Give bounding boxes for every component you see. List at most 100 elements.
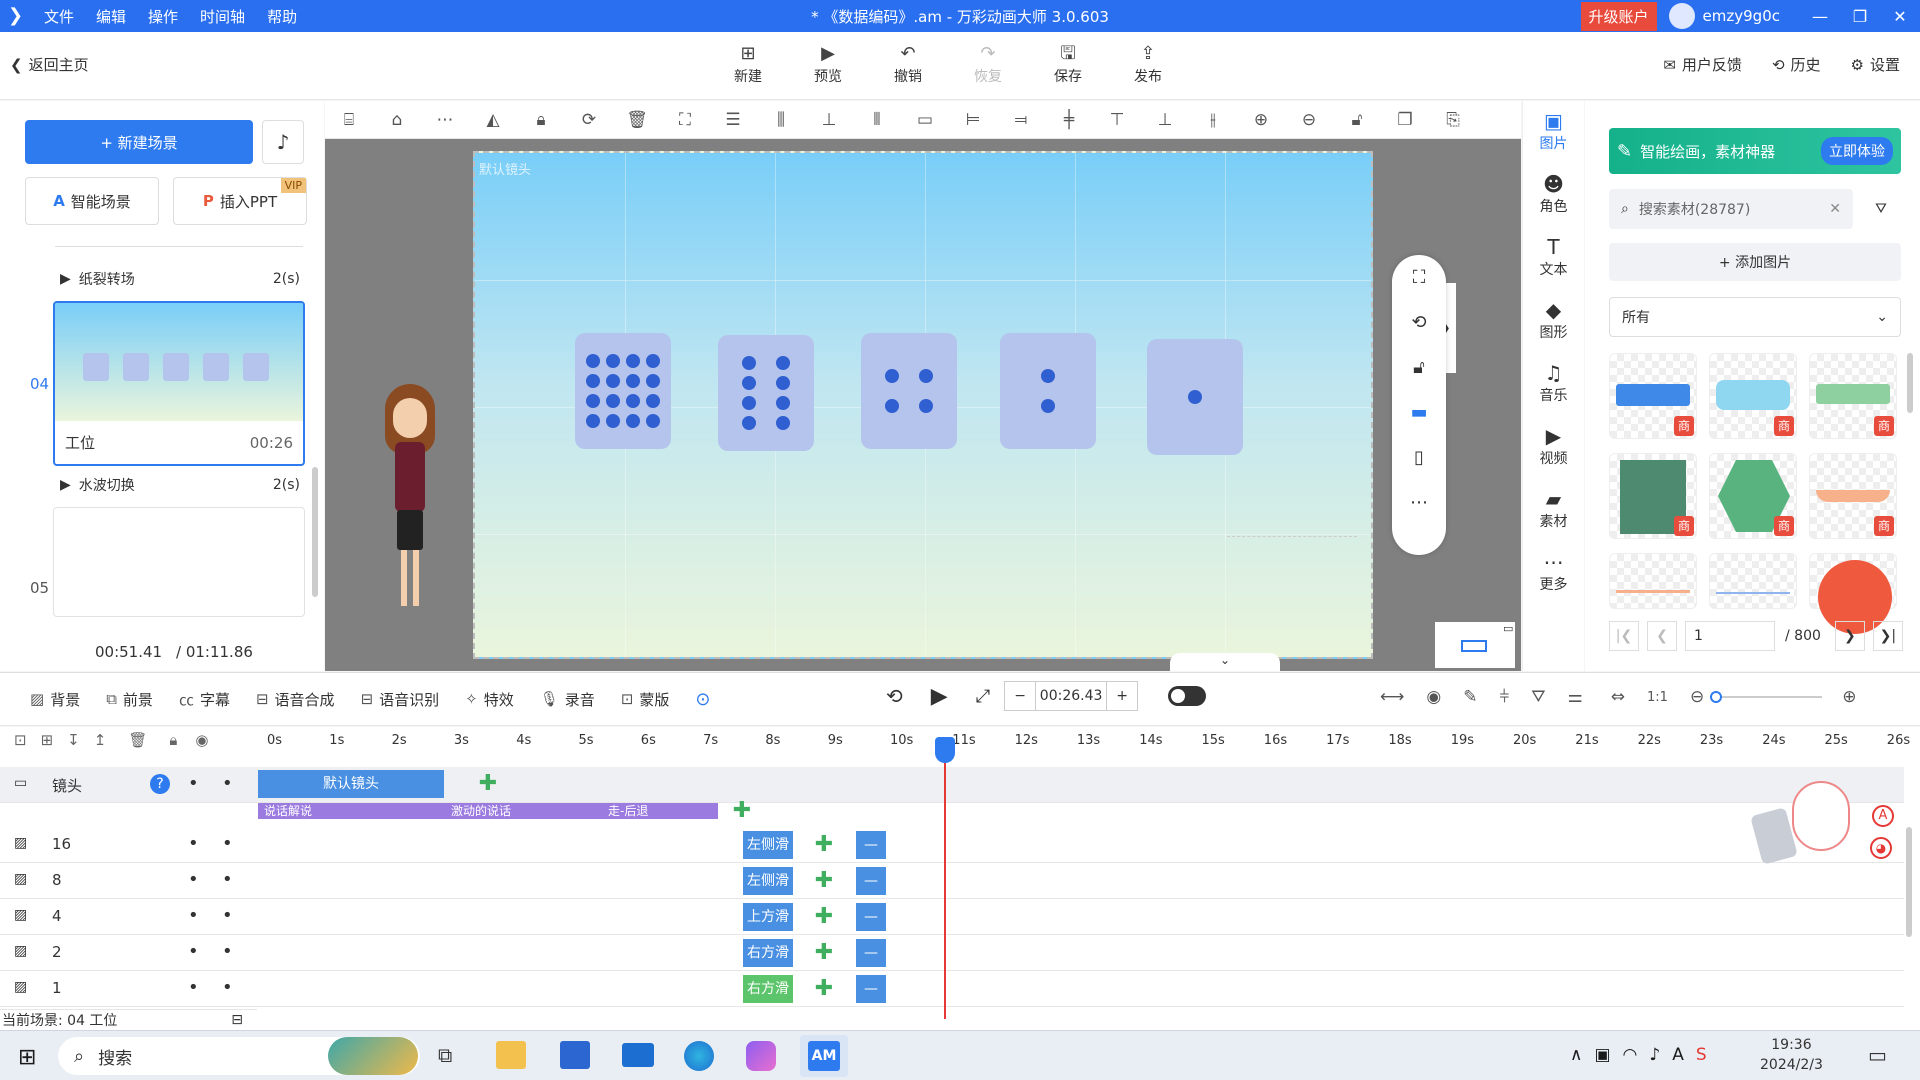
align-top-icon[interactable]: ☰ [709, 110, 757, 130]
filter-select[interactable]: 所有 ⌄ [1609, 297, 1901, 337]
format-painter-icon[interactable]: ⌸ [325, 110, 373, 130]
effects-button[interactable]: ✧ 特效 [465, 689, 514, 710]
copilot-icon[interactable] [746, 1041, 776, 1071]
smart-scene-button[interactable]: A 智能场景 [25, 177, 159, 225]
align-left-icon[interactable]: ⊨ [949, 110, 997, 130]
mail-icon[interactable] [622, 1043, 654, 1067]
align-top-edge-icon[interactable]: ⊤ [1093, 110, 1141, 130]
more-circle-icon[interactable]: ⊙ [695, 689, 710, 710]
track-dot[interactable]: • [222, 833, 233, 854]
ime-icon[interactable]: A [1672, 1045, 1684, 1065]
monitor-icon[interactable]: ▬ [1392, 390, 1446, 435]
category-image[interactable]: ▣ 图片 [1523, 101, 1584, 164]
lock-icon[interactable]: 🔒︎ [517, 110, 565, 130]
playhead-handle[interactable] [935, 737, 955, 763]
track-dot[interactable]: • [222, 977, 233, 998]
chevron-up-icon[interactable]: ∧ [1570, 1045, 1582, 1065]
die-8[interactable] [718, 335, 814, 451]
ai-banner[interactable]: ✎ 智能绘画，素材神器 立即体验 [1609, 128, 1901, 174]
try-now-button[interactable]: 立即体验 [1821, 137, 1893, 165]
asset-item[interactable] [1609, 553, 1697, 609]
adjust-icon[interactable]: ⚌ [1568, 687, 1583, 707]
wifi-icon[interactable]: ◠ [1623, 1045, 1638, 1065]
asset-item[interactable]: 商 [1809, 353, 1897, 439]
delete-icon[interactable]: 🗑︎ [613, 110, 661, 130]
timeline-scrollbar[interactable] [1906, 827, 1912, 937]
menu-file[interactable]: 文件 [44, 6, 74, 27]
asset-item[interactable] [1809, 553, 1897, 634]
publish-button[interactable]: ⇪ 发布 [1108, 42, 1188, 86]
character-woman[interactable] [375, 384, 445, 614]
rotate-screen-icon[interactable]: ⟲ [1392, 300, 1446, 345]
zoom-slider[interactable] [1710, 691, 1823, 703]
filter-icon[interactable]: ⛛ [1531, 687, 1545, 707]
asset-scrollbar[interactable] [1907, 353, 1913, 413]
mask-button[interactable]: ⊡ 蒙版 [621, 689, 670, 710]
group-icon[interactable]: ▭ [901, 110, 949, 130]
foreground-button[interactable]: ⧉ 前景 [106, 689, 153, 710]
zoom-in-icon[interactable]: ⊕ [1237, 110, 1285, 130]
distribute-v-icon[interactable]: ⫲ [1189, 110, 1237, 130]
transition-item[interactable]: ▶ 纸裂转场 2(s) [60, 269, 300, 289]
lock-icon[interactable]: 🔒︎ [169, 731, 177, 749]
track-dot[interactable]: • [188, 773, 199, 794]
category-music[interactable]: ♫ 音乐 [1523, 353, 1584, 416]
timeline-ruler[interactable]: 0s 1s 2s 3s 4s 5s 6s 7s 8s 9s 10s 11s 12s 13s 14s 15s 16… [257, 727, 1910, 767]
category-shape[interactable]: ◆ 图形 [1523, 290, 1584, 353]
edge-browser-icon[interactable] [684, 1041, 714, 1071]
add-effect-icon[interactable]: ✚ [814, 906, 834, 928]
minimap[interactable]: ▭ [1435, 622, 1515, 668]
new-scene-button[interactable]: + 新建场景 [25, 120, 253, 164]
notes-icon[interactable]: ⊟ [231, 1012, 243, 1028]
exit-clip[interactable]: — [856, 831, 886, 859]
camera-icon[interactable]: ◉ [1426, 687, 1441, 707]
stage-canvas[interactable]: 默认镜头 [473, 151, 1373, 659]
entrance-clip[interactable]: 左侧滑 [743, 831, 793, 859]
track-dot[interactable]: • [188, 941, 199, 962]
minimap-toggle-icon[interactable]: ▭ [1503, 622, 1513, 635]
crop-icon[interactable]: ⛶ [661, 110, 709, 130]
entrance-clip[interactable]: 右方滑 [743, 975, 793, 1003]
subtitle-button[interactable]: ㏄字幕 [179, 689, 230, 710]
playhead[interactable] [944, 739, 946, 1019]
antivirus-icon[interactable]: S [1696, 1045, 1707, 1065]
scene-thumbnail[interactable] [53, 507, 305, 617]
fit-icon[interactable]: ⟷ [1380, 687, 1404, 707]
move-up-icon[interactable]: ↥ [94, 731, 107, 749]
menu-timeline[interactable]: 时间轴 [200, 6, 245, 27]
zoom-in-icon[interactable]: ⊕ [1842, 687, 1856, 707]
notification-icon[interactable]: ▭ [1868, 1043, 1887, 1067]
category-material[interactable]: ▰ 素材 [1523, 479, 1584, 542]
exit-clip[interactable]: — [856, 939, 886, 967]
menu-operate[interactable]: 操作 [148, 6, 178, 27]
camera-clip[interactable]: 默认镜头 [258, 770, 444, 798]
add-effect-icon[interactable]: ✚ [814, 870, 834, 892]
add-effect-icon[interactable]: ✚ [814, 834, 834, 856]
entrance-clip[interactable]: 左侧滑 [743, 867, 793, 895]
collapse-timeline-icon[interactable]: ⌄ [1170, 653, 1280, 671]
paste-icon[interactable]: ⎘ [1429, 110, 1477, 130]
move-down-icon[interactable]: ↧ [67, 731, 80, 749]
insert-ppt-button[interactable]: P 插入PPT VIP [173, 177, 307, 225]
back-home-button[interactable]: ❮ 返回主页 [10, 54, 89, 75]
track-dot[interactable]: • [188, 833, 199, 854]
taskbar-search[interactable]: ⌕ 搜索 [58, 1037, 420, 1075]
file-explorer-icon[interactable] [496, 1041, 526, 1069]
copy-icon[interactable]: ❐ [1381, 110, 1429, 130]
toggle-switch[interactable] [1168, 686, 1207, 706]
new-button[interactable]: ⊞ 新建 [708, 42, 788, 86]
add-effect-icon[interactable]: ✚ [814, 978, 834, 1000]
save-button[interactable]: 🖫 保存 [1028, 42, 1108, 86]
restore-icon[interactable]: ❐ [1840, 7, 1880, 26]
feedback-button[interactable]: ✉ 用户反馈 [1663, 54, 1742, 75]
settings-button[interactable]: ⚙ 设置 [1851, 54, 1900, 75]
store-icon[interactable] [560, 1041, 590, 1069]
track-dot[interactable]: • [222, 941, 233, 962]
zoom-out-icon[interactable]: ⊖ [1285, 110, 1333, 130]
volume-icon[interactable]: ♪ [1649, 1045, 1660, 1065]
page-input[interactable]: 1 [1685, 621, 1775, 651]
search-box[interactable]: ⌕ 搜索素材(28787) ✕ [1609, 189, 1853, 229]
asset-item[interactable]: 商 [1809, 453, 1897, 539]
die-4[interactable] [861, 333, 957, 449]
asset-item[interactable]: 商 [1609, 353, 1697, 439]
